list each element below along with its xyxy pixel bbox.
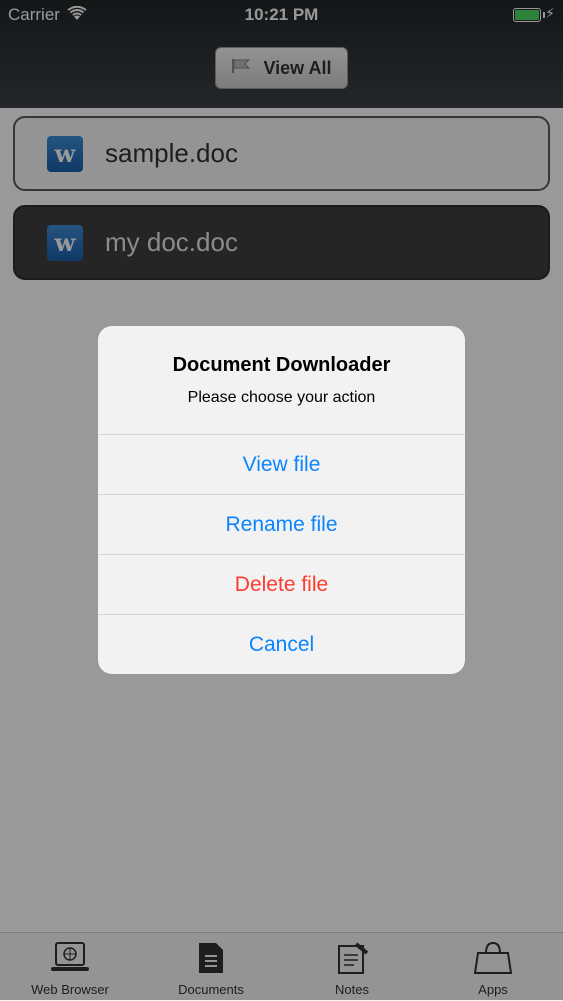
cancel-button[interactable]: Cancel xyxy=(98,614,465,674)
alert-message: Please choose your action xyxy=(187,389,376,406)
delete-file-button[interactable]: Delete file xyxy=(98,554,465,614)
action-alert: Document Downloader Please choose your a… xyxy=(98,326,465,674)
alert-header: Document Downloader Please choose your a… xyxy=(98,326,465,434)
view-file-button[interactable]: View file xyxy=(98,434,465,494)
alert-title: Document Downloader xyxy=(172,354,391,376)
rename-file-button[interactable]: Rename file xyxy=(98,494,465,554)
